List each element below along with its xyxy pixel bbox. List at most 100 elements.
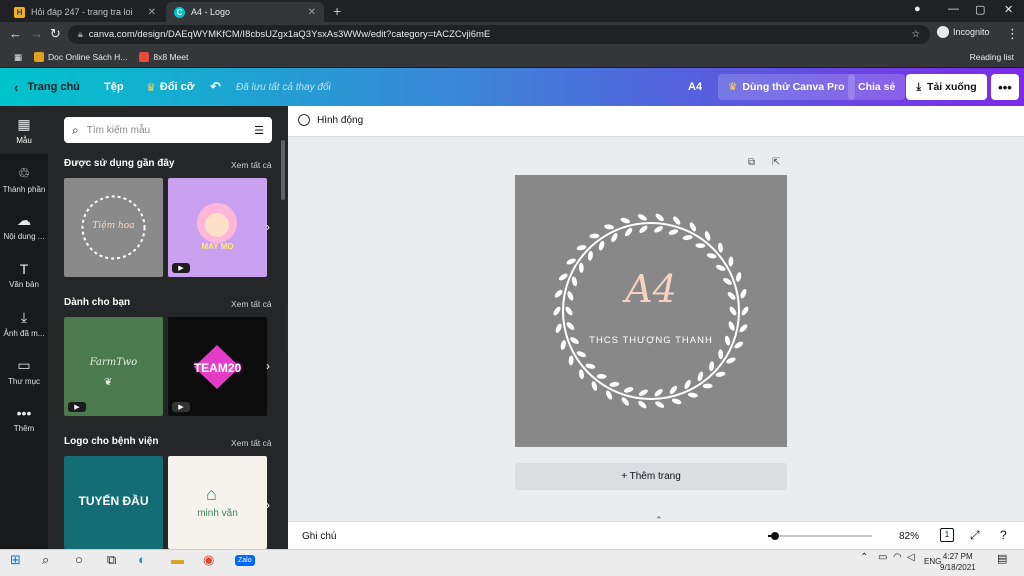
editor-toolbar [288, 106, 1024, 137]
more-options-button[interactable]: ••• [991, 74, 1019, 100]
wreath-leaf [579, 369, 584, 380]
logo-subtitle[interactable]: THCS THƯỢNG THANH [515, 335, 787, 346]
browser-menu-icon[interactable]: ⋮ [1006, 26, 1019, 42]
template-thumb[interactable]: TUYẾN ĐẦU [64, 456, 163, 549]
wreath-leaf [709, 361, 715, 372]
thumb-text: MAY MO [201, 242, 234, 251]
wreath-leaf [704, 231, 711, 241]
chevron-right-icon[interactable]: › [266, 220, 270, 234]
rail-item-text[interactable]: T Văn bản [0, 261, 48, 289]
close-window-icon[interactable]: ✕ [1004, 3, 1013, 16]
chevron-right-icon[interactable]: › [266, 498, 270, 512]
home-label: Trang chủ [27, 81, 80, 93]
rail-item-templates[interactable]: ▦ Mẫu [0, 106, 48, 154]
duplicate-page-icon[interactable]: ⧉ [748, 157, 755, 168]
rail-item-elements[interactable]: ♲ Thành phần [0, 165, 48, 194]
try-canva-pro-button[interactable]: ♛ Dùng thử Canva Pro [718, 74, 855, 100]
template-thumb[interactable]: FarmTwo ❦ ▶ [64, 317, 163, 416]
wreath-logo[interactable] [515, 175, 787, 447]
template-thumb[interactable]: ⌂ minh văn [168, 456, 267, 549]
chrome-icon[interactable]: ◉ [203, 552, 214, 568]
tab-search-icon[interactable]: ● [914, 3, 921, 15]
download-button[interactable]: ⤓ Tải xuống [906, 74, 987, 100]
reload-icon[interactable]: ↻ [50, 26, 61, 42]
page-count-button[interactable]: 1 [940, 528, 954, 542]
notifications-icon[interactable]: ▤ [997, 552, 1007, 565]
design-page[interactable]: A4 THCS THƯỢNG THANH [515, 175, 787, 447]
zoom-level[interactable]: 82% [899, 531, 919, 542]
new-tab-icon[interactable]: + [333, 3, 341, 19]
chevron-right-icon[interactable]: › [266, 359, 270, 373]
wreath-leaf [668, 229, 679, 235]
search-icon[interactable]: ⌕ [42, 552, 49, 568]
see-all-link[interactable]: Xem tất cả [231, 160, 272, 170]
download-label: Tải xuống [927, 81, 977, 93]
notes-button[interactable]: Ghi chú [302, 531, 336, 542]
windows-start-icon[interactable]: ⊞ [10, 552, 21, 568]
wreath-leaf [611, 233, 618, 243]
see-all-link[interactable]: Xem tất cả [231, 299, 272, 309]
file-explorer-icon[interactable]: ▬ [171, 552, 184, 567]
undo-icon[interactable]: ↶ [210, 68, 221, 106]
section-title: Logo cho bệnh viện [64, 436, 159, 447]
wreath-leaf [695, 243, 706, 249]
wifi-icon[interactable]: ◠ [893, 552, 902, 563]
incognito-indicator[interactable]: Incognito [937, 26, 990, 38]
bookmark-doc-online[interactable]: Doc Online Sách H... [34, 52, 127, 62]
zalo-icon[interactable]: Zalo [235, 555, 255, 566]
language-indicator[interactable]: ENG [924, 557, 941, 566]
wreath-leaf [728, 256, 734, 267]
resize-button[interactable]: ♛ Đổi cỡ [146, 68, 195, 106]
rail-item-folders[interactable]: ▭ Thư mục [0, 357, 48, 386]
wreath-leaf [596, 373, 607, 379]
help-icon[interactable]: ? [1000, 528, 1007, 542]
browser-tab-hoidap[interactable]: H Hỏi đáp 247 - trang tra loi ✕ [6, 2, 164, 22]
template-search-input[interactable]: ⌕ Tìm kiếm mẫu ☰ [64, 117, 272, 143]
add-page-icon[interactable]: ⇱ [772, 157, 780, 168]
see-all-link[interactable]: Xem tất cả [231, 438, 272, 448]
network-icon[interactable]: ▭ [878, 552, 887, 563]
wreath-leaf [739, 324, 748, 333]
filter-icon[interactable]: ☰ [254, 124, 264, 137]
panel-scrollbar[interactable] [281, 140, 285, 200]
zoom-slider-knob[interactable] [771, 532, 779, 540]
wreath-leaf [637, 214, 647, 221]
share-button[interactable]: Chia sẻ [848, 74, 906, 100]
add-page-button[interactable]: + Thêm trang [515, 463, 787, 490]
template-thumb[interactable]: TEAM20 ▶ [168, 317, 267, 416]
system-clock[interactable]: 4:27 PM 9/18/2021 [940, 551, 976, 573]
edge-icon[interactable]: ◐ [138, 552, 146, 567]
minimize-icon[interactable]: — [948, 3, 959, 15]
maximize-icon[interactable]: ▢ [975, 3, 985, 16]
rail-item-more[interactable]: ••• Thêm [0, 405, 48, 433]
text-icon: T [19, 261, 29, 277]
browser-tab-canva[interactable]: C A4 - Logo ✕ [166, 2, 324, 22]
reading-list-button[interactable]: Reading list [970, 52, 1014, 62]
rail-item-photos[interactable]: ⤓ Ảnh đã m... [0, 309, 48, 338]
close-tab-icon[interactable]: ✕ [148, 7, 156, 18]
back-icon[interactable]: ← [9, 26, 22, 41]
template-thumb[interactable]: MAY MO ▶ [168, 178, 267, 277]
bookmark-star-icon[interactable]: ☆ [911, 29, 920, 40]
task-view-icon[interactable]: ⧉ [107, 552, 116, 568]
fullscreen-icon[interactable]: ⤢ [970, 528, 980, 543]
wreath-leaf [718, 242, 723, 253]
address-bar[interactable]: 🔒︎ canva.com/design/DAEqWYMKfCM/I8cbsUZg… [68, 25, 930, 44]
template-thumb[interactable]: Tiệm hoa [64, 178, 163, 277]
rail-label: Nội dung ... [3, 232, 45, 241]
wreath-leaf [654, 388, 663, 397]
zoom-slider[interactable] [768, 535, 872, 537]
home-button[interactable]: ‹ Trang chủ [14, 68, 80, 106]
volume-icon[interactable]: ◁ [907, 552, 915, 563]
wreath-leaf [591, 381, 598, 391]
rail-item-uploads[interactable]: ☁ Nội dung ... [0, 212, 48, 241]
forward-icon[interactable]: → [30, 26, 43, 41]
tray-chevron-icon[interactable]: ⌃ [860, 552, 868, 563]
animate-button[interactable]: Hình động [298, 114, 363, 126]
apps-icon[interactable]: ▦ [14, 52, 22, 63]
bookmark-8x8-meet[interactable]: 8x8 Meet [139, 52, 188, 62]
file-menu-button[interactable]: Tệp [104, 68, 124, 106]
close-tab-icon[interactable]: ✕ [308, 7, 316, 18]
logo-title[interactable]: A4 [515, 267, 787, 311]
cortana-icon[interactable]: ○ [75, 552, 83, 567]
